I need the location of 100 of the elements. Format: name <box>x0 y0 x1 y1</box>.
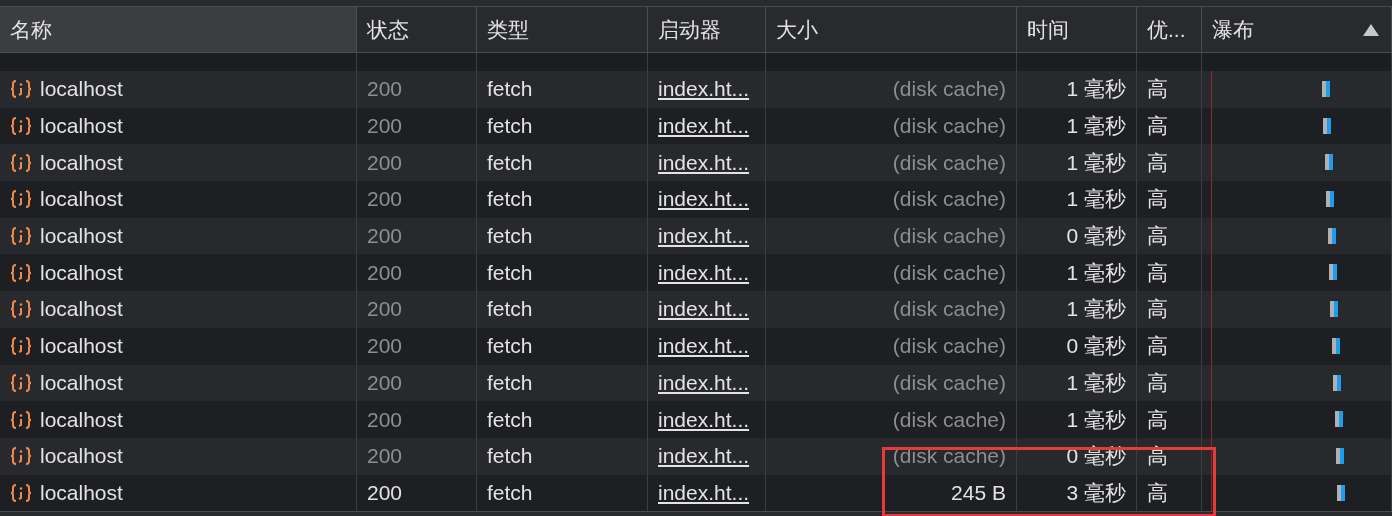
code-braces-icon <box>10 116 32 137</box>
request-type: fetch <box>487 114 533 139</box>
request-type: fetch <box>487 260 533 285</box>
status-code: 200 <box>367 77 403 102</box>
code-braces-icon <box>10 446 32 467</box>
request-name: localhost <box>40 260 123 285</box>
request-time: 1 毫秒 <box>1066 76 1126 103</box>
code-braces-icon <box>10 336 32 357</box>
request-name: localhost <box>40 187 123 212</box>
request-priority: 高 <box>1147 296 1168 323</box>
column-header[interactable]: 名称 <box>0 7 357 52</box>
request-type: fetch <box>487 77 533 102</box>
code-braces-icon <box>10 152 32 173</box>
request-type: fetch <box>487 370 533 395</box>
status-code: 200 <box>367 444 403 469</box>
request-time: 0 毫秒 <box>1066 333 1126 360</box>
request-size: (disk cache) <box>892 407 1006 432</box>
request-time: 0 毫秒 <box>1066 223 1126 250</box>
request-priority: 高 <box>1147 259 1168 286</box>
request-name: localhost <box>40 114 123 139</box>
status-code: 200 <box>367 224 403 249</box>
code-braces-icon <box>10 189 32 210</box>
status-code: 200 <box>367 150 403 175</box>
column-header[interactable]: 类型 <box>477 7 648 52</box>
request-time: 3 毫秒 <box>1066 479 1126 506</box>
request-type: fetch <box>487 480 533 505</box>
request-name: localhost <box>40 370 123 395</box>
request-name: localhost <box>40 150 123 175</box>
initiator-link[interactable]: index.ht... <box>658 444 750 469</box>
status-code: 200 <box>367 407 403 432</box>
status-code: 200 <box>367 334 403 359</box>
request-priority: 高 <box>1147 369 1168 396</box>
request-name: localhost <box>40 407 123 432</box>
status-code: 200 <box>367 480 403 505</box>
request-type: fetch <box>487 444 533 469</box>
request-size: (disk cache) <box>892 114 1006 139</box>
request-size: (disk cache) <box>892 150 1006 175</box>
column-header[interactable]: 优... <box>1137 7 1202 52</box>
initiator-link[interactable]: index.ht... <box>658 114 750 139</box>
request-time: 1 毫秒 <box>1066 369 1126 396</box>
status-code: 200 <box>367 370 403 395</box>
sort-icon <box>1363 23 1379 36</box>
request-priority: 高 <box>1147 149 1168 176</box>
request-size: (disk cache) <box>892 334 1006 359</box>
request-type: fetch <box>487 187 533 212</box>
request-name: localhost <box>40 444 123 469</box>
column-header[interactable]: 启动器 <box>648 7 766 52</box>
column-header[interactable]: 瀑布 <box>1202 7 1392 52</box>
request-size: (disk cache) <box>892 77 1006 102</box>
request-priority: 高 <box>1147 333 1168 360</box>
waterfall-bar <box>1331 227 1336 244</box>
request-size: (disk cache) <box>892 224 1006 249</box>
initiator-link[interactable]: index.ht... <box>658 260 750 285</box>
initiator-link[interactable]: index.ht... <box>658 480 750 505</box>
status-code: 200 <box>367 114 403 139</box>
initiator-link[interactable]: index.ht... <box>658 77 750 102</box>
status-code: 200 <box>367 297 403 322</box>
code-braces-icon <box>10 482 32 503</box>
request-name: localhost <box>40 480 123 505</box>
initiator-link[interactable]: index.ht... <box>658 297 750 322</box>
request-type: fetch <box>487 407 533 432</box>
request-name: localhost <box>40 224 123 249</box>
initiator-link[interactable]: index.ht... <box>658 334 750 359</box>
waterfall-bar <box>1328 154 1333 171</box>
column-header[interactable]: 时间 <box>1017 7 1137 52</box>
code-braces-icon <box>10 372 32 393</box>
request-type: fetch <box>487 224 533 249</box>
initiator-link[interactable]: index.ht... <box>658 150 750 175</box>
code-braces-icon <box>10 409 32 430</box>
code-braces-icon <box>10 299 32 320</box>
request-type: fetch <box>487 297 533 322</box>
code-braces-icon <box>10 79 32 100</box>
initiator-link[interactable]: index.ht... <box>658 224 750 249</box>
request-size: (disk cache) <box>892 370 1006 395</box>
request-name: localhost <box>40 297 123 322</box>
initiator-link[interactable]: index.ht... <box>658 187 750 212</box>
code-braces-icon <box>10 226 32 247</box>
initiator-link[interactable]: index.ht... <box>658 407 750 432</box>
column-header[interactable]: 大小 <box>766 7 1017 52</box>
request-time: 1 毫秒 <box>1066 296 1126 323</box>
request-priority: 高 <box>1147 186 1168 213</box>
request-time: 1 毫秒 <box>1066 186 1126 213</box>
request-time: 1 毫秒 <box>1066 149 1126 176</box>
request-size: (disk cache) <box>892 297 1006 322</box>
code-braces-icon <box>10 262 32 283</box>
request-priority: 高 <box>1147 76 1168 103</box>
request-time: 1 毫秒 <box>1066 259 1126 286</box>
request-priority: 高 <box>1147 223 1168 250</box>
request-name: localhost <box>40 334 123 359</box>
request-time: 1 毫秒 <box>1066 406 1126 433</box>
request-type: fetch <box>487 334 533 359</box>
column-header[interactable]: 状态 <box>357 7 477 52</box>
status-code: 200 <box>367 260 403 285</box>
request-time: 1 毫秒 <box>1066 113 1126 140</box>
request-priority: 高 <box>1147 479 1168 506</box>
initiator-link[interactable]: index.ht... <box>658 370 750 395</box>
waterfall-bar <box>1338 411 1343 428</box>
request-type: fetch <box>487 150 533 175</box>
waterfall-bar <box>1335 337 1340 354</box>
request-size: 245 B <box>951 480 1006 505</box>
